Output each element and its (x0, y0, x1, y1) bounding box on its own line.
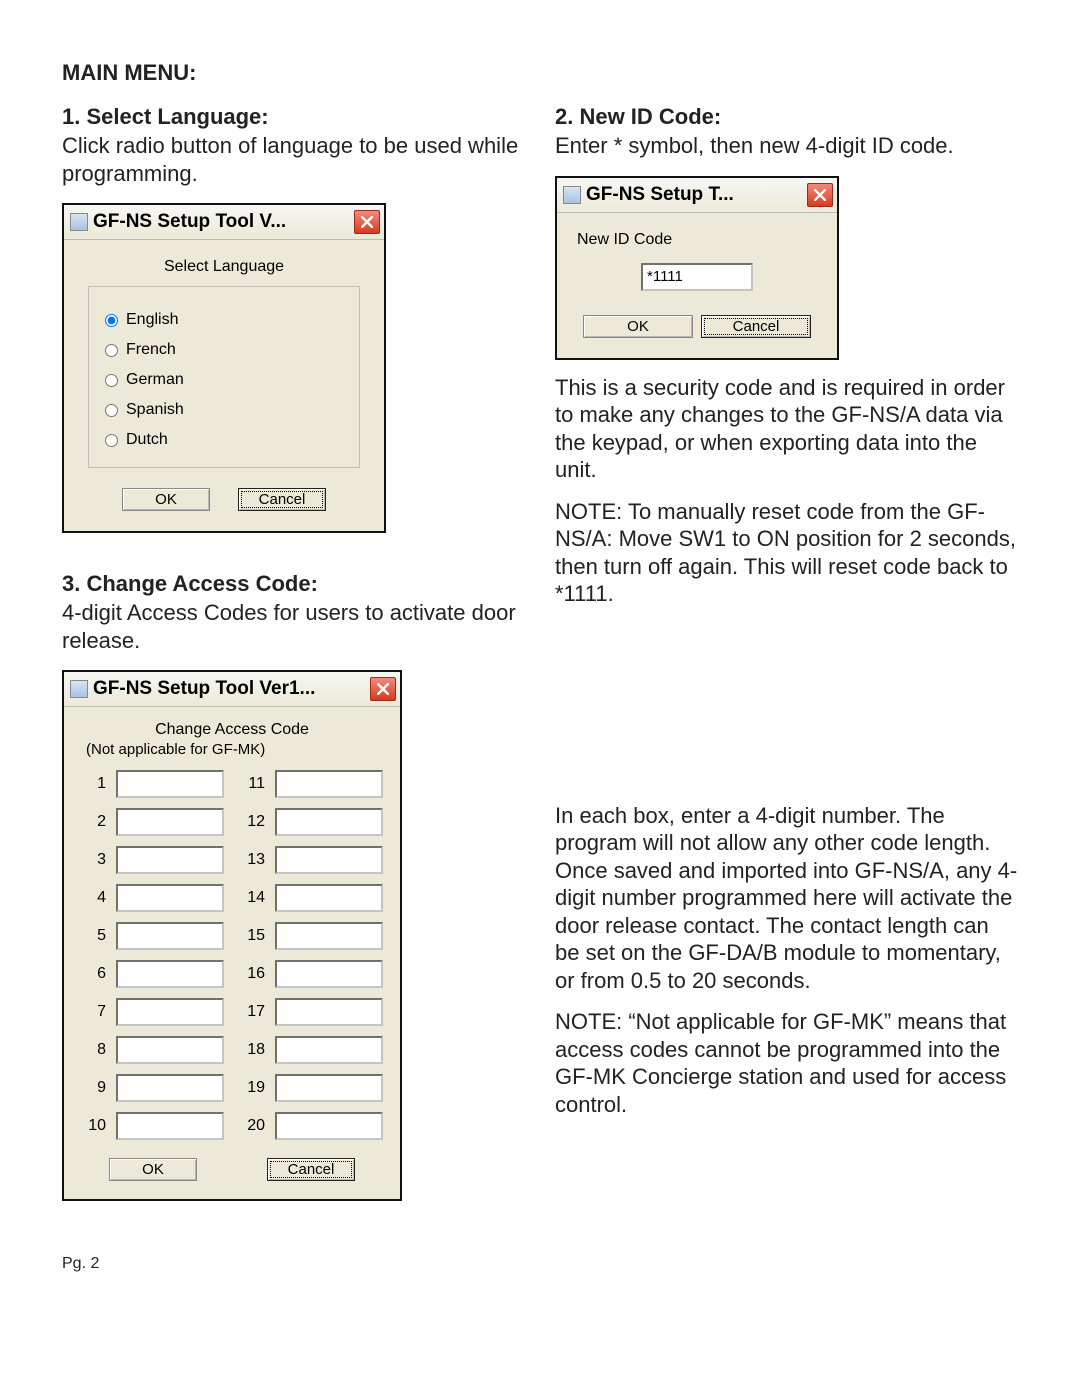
close-icon[interactable] (807, 183, 833, 207)
section-3-heading: 3. Change Access Code: (62, 571, 525, 597)
language-option[interactable]: German (105, 371, 343, 389)
cancel-button[interactable]: Cancel (701, 315, 811, 338)
access-code-input[interactable] (116, 884, 224, 912)
access-code-input[interactable] (116, 1112, 224, 1140)
access-code-input[interactable] (275, 808, 383, 836)
ok-button[interactable]: OK (122, 488, 210, 511)
access-row-number: 7 (80, 1003, 108, 1021)
access-row-number: 12 (233, 813, 267, 831)
access-code-input[interactable] (116, 846, 224, 874)
access-row-number: 18 (233, 1041, 267, 1059)
section-2-heading: 2. New ID Code: (555, 104, 1018, 130)
access-code-subheader: (Not applicable for GF-MK) (86, 741, 388, 758)
access-row-number: 20 (233, 1117, 267, 1135)
app-icon (70, 213, 88, 231)
dialog-title: GF-NS Setup Tool V... (93, 211, 354, 233)
id-code-field-label: New ID Code (577, 231, 823, 249)
access-row-number: 15 (233, 927, 267, 945)
access-row-number: 6 (80, 965, 108, 983)
access-row-number: 14 (233, 889, 267, 907)
section-3-desc: 4-digit Access Codes for users to activa… (62, 599, 525, 654)
language-option[interactable]: Spanish (105, 401, 343, 419)
dialog-title: GF-NS Setup Tool Ver1... (93, 678, 370, 700)
titlebar: GF-NS Setup Tool V... (64, 205, 384, 240)
section-3-para-1: In each box, enter a 4-digit number. The… (555, 802, 1018, 995)
language-option-label: French (126, 341, 176, 359)
ok-button[interactable]: OK (109, 1158, 197, 1181)
page-number: Pg. 2 (62, 1255, 1018, 1273)
access-code-input[interactable] (116, 1036, 224, 1064)
access-row-number: 2 (80, 813, 108, 831)
access-code-input[interactable] (116, 1074, 224, 1102)
language-option-label: German (126, 371, 184, 389)
access-code-input[interactable] (275, 922, 383, 950)
access-code-input[interactable] (116, 998, 224, 1026)
access-code-input[interactable] (116, 960, 224, 988)
section-2-para-2: NOTE: To manually reset code from the GF… (555, 498, 1018, 608)
access-row-number: 10 (80, 1117, 108, 1135)
access-row-number: 17 (233, 1003, 267, 1021)
language-option[interactable]: French (105, 341, 343, 359)
language-radio[interactable] (105, 374, 118, 387)
language-radio[interactable] (105, 314, 118, 327)
access-code-input[interactable] (275, 960, 383, 988)
access-row-number: 11 (233, 775, 267, 793)
access-code-header: Change Access Code (76, 721, 388, 739)
section-3-para-2: NOTE: “Not applicable for GF-MK” means t… (555, 1008, 1018, 1118)
app-icon (563, 186, 581, 204)
section-2-desc: Enter * symbol, then new 4-digit ID code… (555, 132, 1018, 160)
access-code-input[interactable] (275, 770, 383, 798)
section-1-heading: 1. Select Language: (62, 104, 525, 130)
access-row-number: 13 (233, 851, 267, 869)
close-icon[interactable] (370, 677, 396, 701)
access-row-number: 5 (80, 927, 108, 945)
cancel-button[interactable]: Cancel (267, 1158, 355, 1181)
change-access-code-dialog: GF-NS Setup Tool Ver1... Change Access C… (62, 670, 402, 1201)
access-row-number: 1 (80, 775, 108, 793)
dialog-title: GF-NS Setup T... (586, 184, 807, 206)
access-code-input[interactable] (116, 808, 224, 836)
access-row-number: 8 (80, 1041, 108, 1059)
language-option[interactable]: English (105, 311, 343, 329)
access-code-input[interactable] (275, 884, 383, 912)
ok-button[interactable]: OK (583, 315, 693, 338)
access-row-number: 3 (80, 851, 108, 869)
titlebar: GF-NS Setup T... (557, 178, 837, 213)
access-row-number: 19 (233, 1079, 267, 1097)
access-row-number: 16 (233, 965, 267, 983)
access-row-number: 4 (80, 889, 108, 907)
language-groupbox: English French German Spanish Dutch (88, 286, 360, 468)
id-code-input[interactable] (641, 263, 753, 291)
access-code-input[interactable] (275, 1112, 383, 1140)
access-code-input[interactable] (116, 922, 224, 950)
language-option-label: Spanish (126, 401, 184, 419)
access-code-input[interactable] (275, 1036, 383, 1064)
access-code-input[interactable] (275, 998, 383, 1026)
access-code-input[interactable] (275, 846, 383, 874)
titlebar: GF-NS Setup Tool Ver1... (64, 672, 400, 707)
select-language-dialog: GF-NS Setup Tool V... Select Language En… (62, 203, 386, 533)
access-code-grid: 1112123134145156167178189191020 (80, 770, 384, 1140)
language-option-label: Dutch (126, 431, 168, 449)
close-icon[interactable] (354, 210, 380, 234)
cancel-button[interactable]: Cancel (238, 488, 326, 511)
language-radio[interactable] (105, 344, 118, 357)
language-radio[interactable] (105, 434, 118, 447)
select-language-label: Select Language (78, 258, 370, 276)
language-option-label: English (126, 311, 178, 329)
access-code-input[interactable] (275, 1074, 383, 1102)
new-id-code-dialog: GF-NS Setup T... New ID Code OK Cancel (555, 176, 839, 360)
section-2-para-1: This is a security code and is required … (555, 374, 1018, 484)
access-row-number: 9 (80, 1079, 108, 1097)
app-icon (70, 680, 88, 698)
access-code-input[interactable] (116, 770, 224, 798)
main-menu-heading: MAIN MENU: (62, 60, 1018, 86)
language-option[interactable]: Dutch (105, 431, 343, 449)
section-1-desc: Click radio button of language to be use… (62, 132, 525, 187)
language-radio[interactable] (105, 404, 118, 417)
